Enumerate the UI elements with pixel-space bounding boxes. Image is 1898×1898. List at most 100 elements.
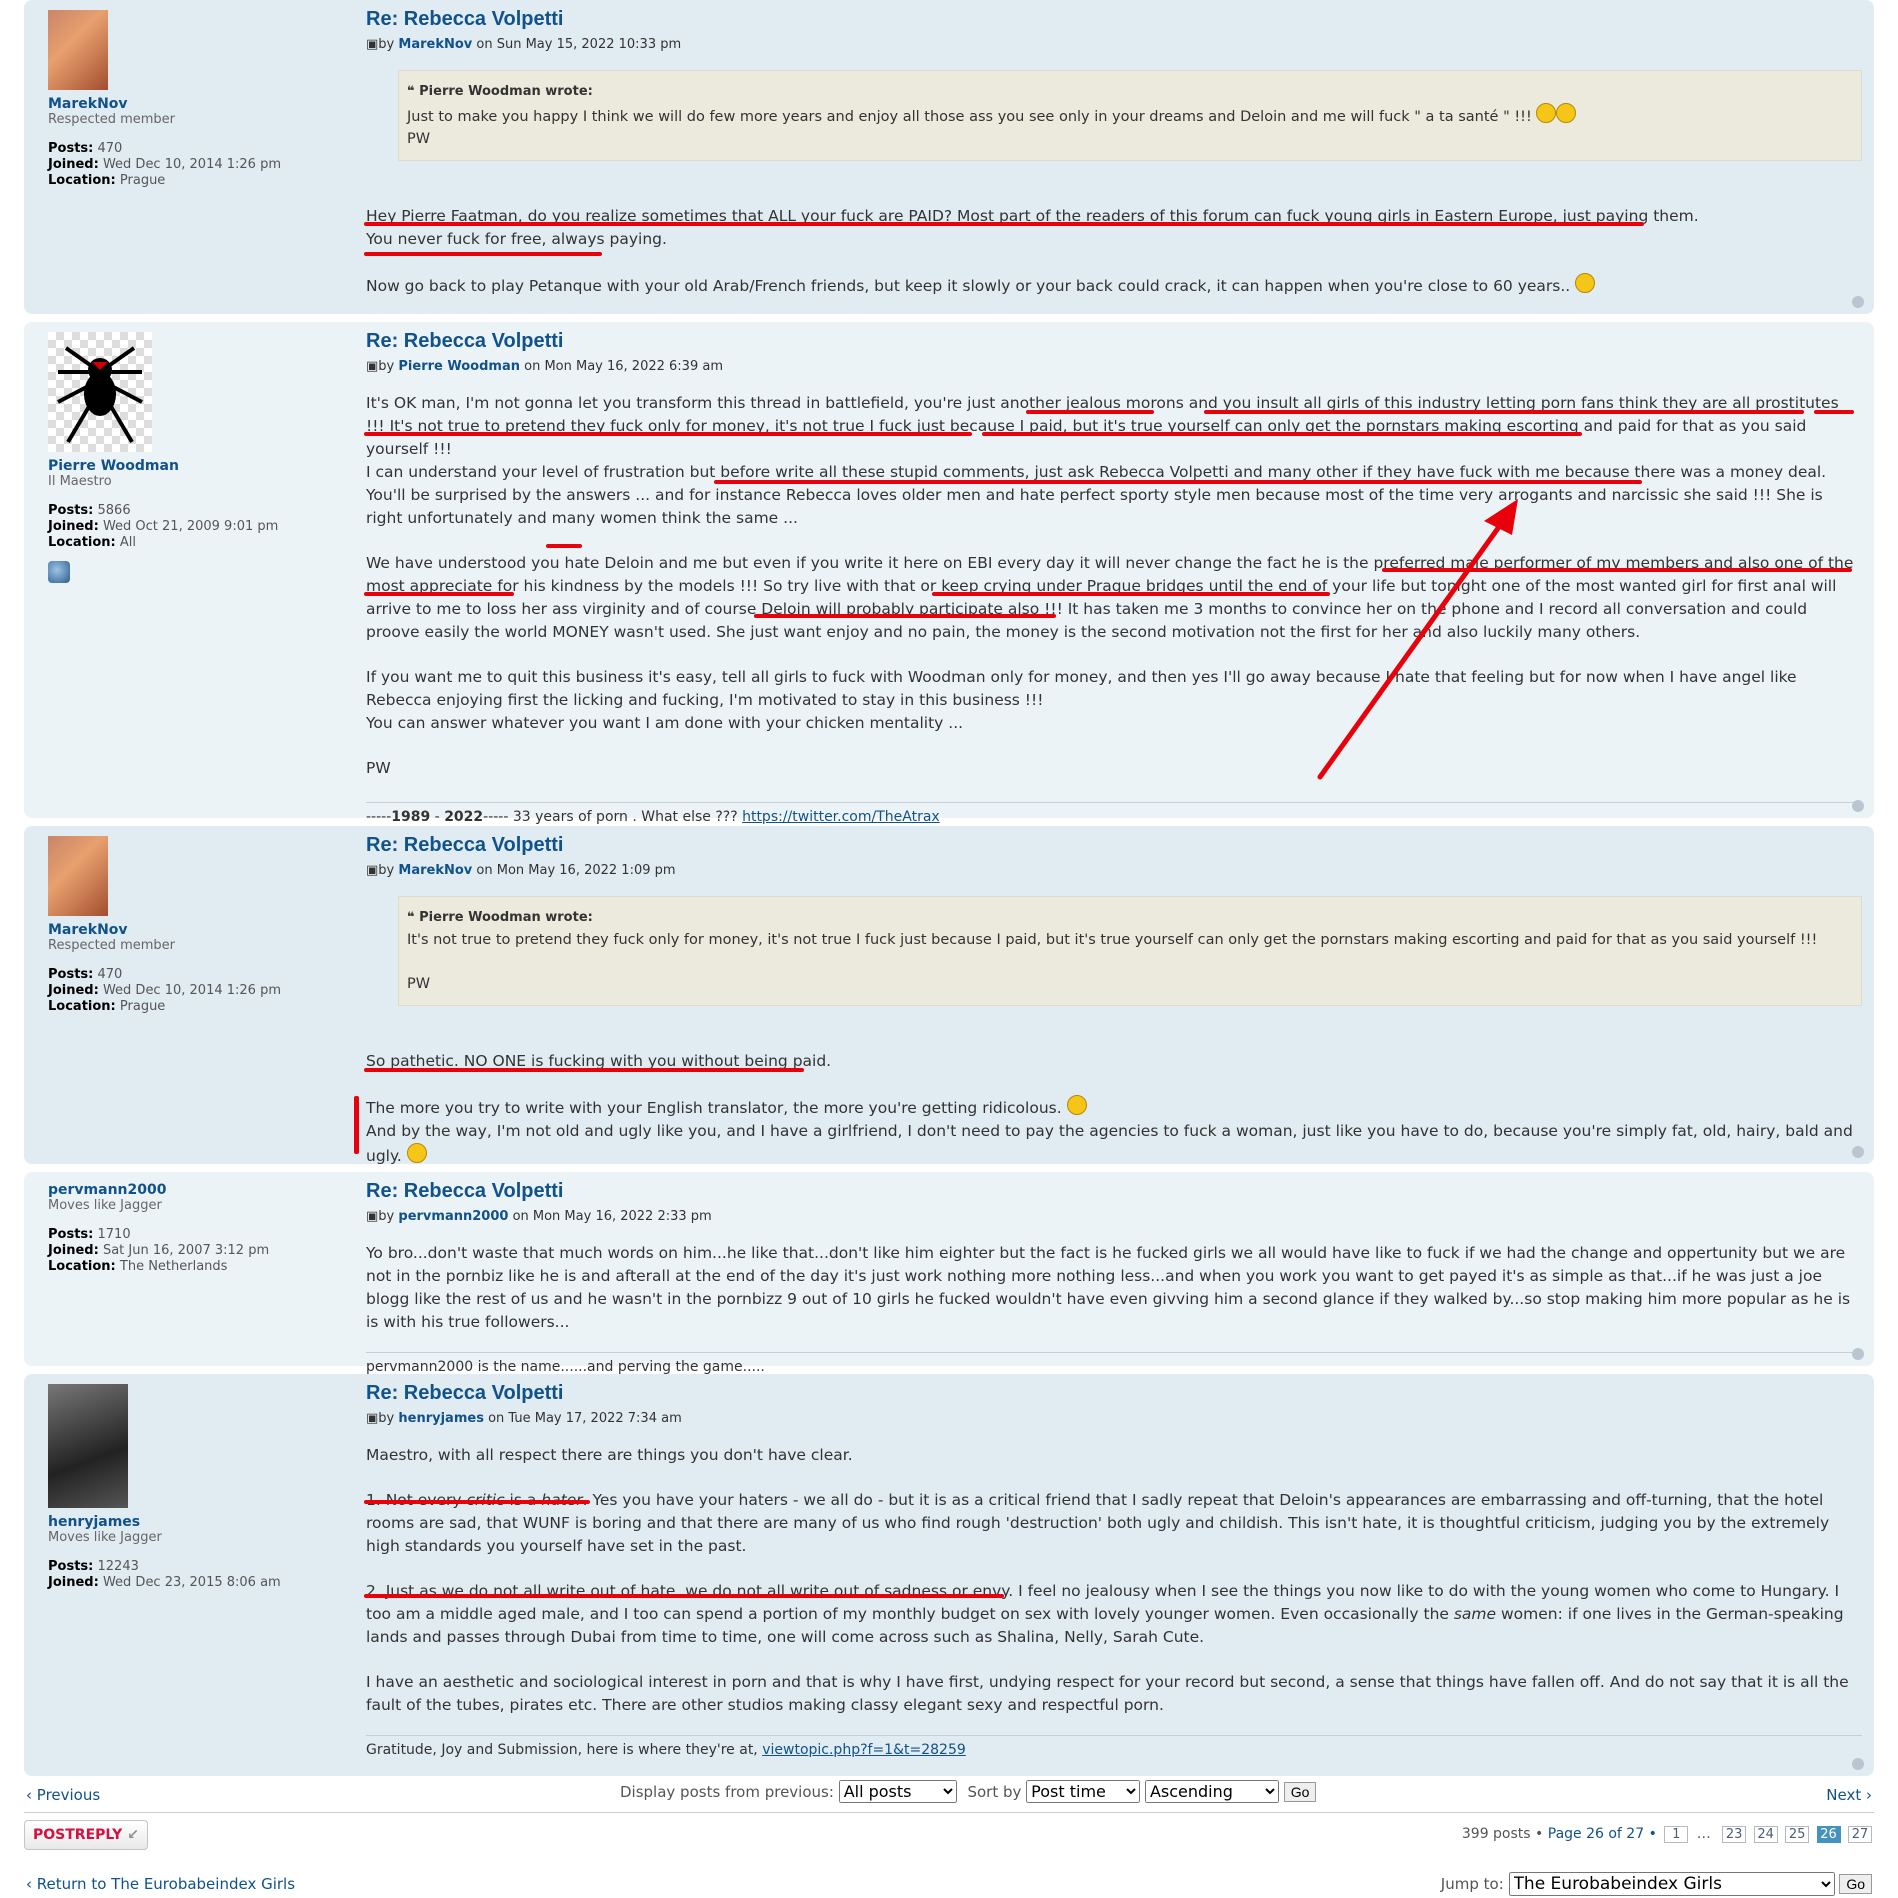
signature-link[interactable]: https://twitter.com/TheAtrax (742, 809, 940, 825)
post-text: The more you try to write with your Engl… (366, 1099, 1062, 1117)
page-link[interactable]: 27 (1848, 1826, 1872, 1843)
topic-navbar: ‹ Previous Display posts from previous: … (24, 1778, 1874, 1813)
post-author-line: ▣by pervmann2000 on Mon May 16, 2022 2:3… (366, 1209, 712, 1224)
signature: pervmann2000 is the name......and pervin… (366, 1352, 1862, 1375)
page-ellipsis: … (1696, 1826, 1711, 1842)
author-link[interactable]: henryjames (398, 1411, 484, 1426)
quote-block: ❝ Pierre Woodman wrote: Just to make you… (398, 70, 1862, 161)
post-author-line: ▣by MarekNov on Sun May 15, 2022 10:33 p… (366, 37, 682, 52)
post-text: Yo bro...don't waste that much words on … (366, 1244, 1851, 1331)
post-2: Pierre Woodman Il Maestro Posts: 5866 Jo… (24, 322, 1874, 825)
joined-date: Joined: Wed Dec 10, 2014 1:26 pm (48, 983, 281, 998)
annotation-arrow (1317, 499, 1518, 780)
avatar[interactable] (48, 10, 108, 90)
joined-date: Joined: Wed Oct 21, 2009 9:01 pm (48, 519, 279, 534)
post-title[interactable]: Re: Rebecca Volpetti (366, 834, 1862, 857)
author-link[interactable]: henryjames (48, 1514, 140, 1530)
posts-count: Posts: 1710 (48, 1227, 131, 1242)
page-link[interactable]: 23 (1722, 1826, 1747, 1843)
page-link[interactable]: 24 (1753, 1826, 1778, 1843)
annotation-underline (364, 1068, 804, 1072)
quote-cite: ❝ Pierre Woodman wrote: (407, 84, 593, 99)
chevron-left-icon: ‹ (26, 1786, 32, 1804)
author-link[interactable]: MarekNov (48, 922, 128, 938)
reply-arrow-icon: ↙ (127, 1827, 139, 1843)
annotation-underline (1814, 410, 1854, 414)
post-title[interactable]: Re: Rebecca Volpetti (366, 1382, 1862, 1405)
post-profile: Pierre Woodman Il Maestro Posts: 5866 Jo… (48, 332, 348, 583)
display-options: Display posts from previous: All posts S… (620, 1780, 1317, 1803)
website-icon[interactable] (48, 561, 70, 583)
post-profile: henryjames Moves like Jagger Posts: 1224… (48, 1384, 348, 1591)
page-info: Page 26 of 27 • (1547, 1826, 1657, 1842)
avatar[interactable] (48, 332, 152, 452)
next-link[interactable]: Next › (1826, 1786, 1872, 1804)
post-reply-button[interactable]: POSTREPLY ↙ (24, 1820, 148, 1850)
go-button[interactable]: Go (1283, 1782, 1317, 1802)
jump-select[interactable]: The Eurobabeindex Girls (1508, 1872, 1835, 1896)
display-label: Display posts from previous: (620, 1783, 834, 1801)
laugh-smiley-icon (1556, 103, 1577, 123)
post-icon: ▣ (366, 359, 379, 374)
annotation-underline (364, 222, 1644, 226)
grin-smiley-icon (406, 1143, 427, 1163)
avatar[interactable] (48, 1384, 128, 1508)
post-profile: MarekNov Respected member Posts: 470 Joi… (48, 10, 348, 189)
previous-link[interactable]: ‹ Previous (26, 1786, 100, 1804)
sort-by-select[interactable]: Post time (1026, 1780, 1141, 1803)
post-title[interactable]: Re: Rebecca Volpetti (366, 8, 1862, 31)
jump-go-button[interactable]: Go (1839, 1874, 1872, 1894)
avatar[interactable] (48, 836, 108, 916)
author-link[interactable]: pervmann2000 (398, 1209, 508, 1224)
bottom-bar: ‹ Return to The Eurobabeindex Girls Jump… (24, 1870, 1874, 1898)
annotation-bar (354, 1096, 359, 1154)
post-title[interactable]: Re: Rebecca Volpetti (366, 330, 1862, 353)
post-profile: MarekNov Respected member Posts: 470 Joi… (48, 836, 348, 1015)
back-to-top-icon[interactable] (1852, 1348, 1864, 1360)
author-link[interactable]: MarekNov (398, 37, 472, 52)
post-4: pervmann2000 Moves like Jagger Posts: 17… (24, 1172, 1874, 1375)
signature: -----1989 - 2022----- 33 years of porn .… (366, 802, 1862, 825)
author-link[interactable]: pervmann2000 (48, 1182, 166, 1198)
annotation-underline (364, 1500, 590, 1504)
joined-date: Joined: Sat Jun 16, 2007 3:12 pm (48, 1243, 270, 1258)
return-link[interactable]: ‹ Return to The Eurobabeindex Girls (26, 1875, 295, 1893)
post-body: Re: Rebecca Volpetti ▣by MarekNov on Sun… (366, 8, 1862, 320)
post-text: You can answer whatever you want I am do… (366, 714, 964, 732)
posts-total: 399 posts • (1461, 1826, 1544, 1842)
post-icon: ▣ (366, 1411, 379, 1426)
back-to-top-icon[interactable] (1852, 800, 1864, 812)
author-link[interactable]: Pierre Woodman (398, 359, 520, 374)
signature-link[interactable]: viewtopic.php?f=1&t=28259 (762, 1742, 966, 1758)
annotation-underline (754, 614, 1056, 618)
sort-order-select[interactable]: Ascending (1144, 1780, 1279, 1803)
quote-block: ❝ Pierre Woodman wrote: It's not true to… (398, 896, 1862, 1006)
back-to-top-icon[interactable] (1852, 1758, 1864, 1770)
post-text: Maestro, with all respect there are thin… (366, 1446, 853, 1464)
joined-date: Joined: Wed Dec 10, 2014 1:26 pm (48, 157, 281, 172)
author-link[interactable]: Pierre Woodman (48, 458, 179, 474)
post-icon: ▣ (366, 863, 379, 878)
page-link[interactable]: 25 (1785, 1826, 1810, 1843)
laugh-smiley-icon (1066, 1095, 1087, 1115)
page-link[interactable]: 1 (1664, 1826, 1689, 1843)
back-to-top-icon[interactable] (1852, 296, 1864, 308)
annotation-underline (1026, 410, 1154, 414)
author-link[interactable]: MarekNov (398, 863, 472, 878)
display-posts-select[interactable]: All posts (838, 1780, 957, 1803)
post-content: ❝ Pierre Woodman wrote: Just to make you… (366, 70, 1862, 298)
annotation-underline (364, 432, 972, 436)
action-bar: POSTREPLY ↙ 399 posts • Page 26 of 27 • … (24, 1820, 1874, 1856)
post-content: ❝ Pierre Woodman wrote: It's not true to… (366, 896, 1862, 1168)
location: Location: Prague (48, 173, 166, 188)
jump-to: Jump to: The Eurobabeindex Girls Go (1441, 1872, 1872, 1896)
post-text: Now go back to play Petanque with your o… (366, 277, 1571, 295)
post-icon: ▣ (366, 37, 379, 52)
annotation-underline (982, 432, 1582, 436)
back-to-top-icon[interactable] (1852, 1146, 1864, 1158)
jump-label: Jump to: (1440, 1875, 1504, 1893)
quote-cite: ❝ Pierre Woodman wrote: (407, 910, 593, 925)
author-link[interactable]: MarekNov (48, 96, 128, 112)
post-title[interactable]: Re: Rebecca Volpetti (366, 1180, 1862, 1203)
chevron-left-icon: ‹ (26, 1875, 32, 1893)
